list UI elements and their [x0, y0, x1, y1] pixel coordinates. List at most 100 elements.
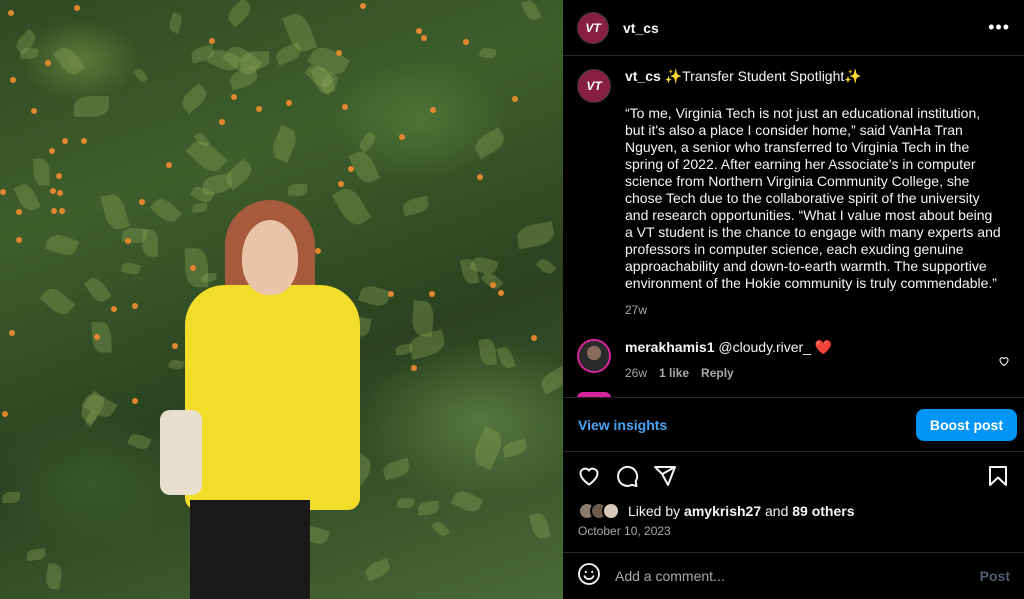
action-bar [563, 460, 1024, 496]
leaf-shape [100, 192, 130, 232]
blossom-shape [50, 187, 57, 194]
vt-avatar[interactable]: VT [577, 11, 609, 44]
blossom-shape [56, 173, 63, 180]
comment-time: 26w [625, 366, 648, 380]
comment-meta: 26w 1 like Reply [625, 366, 832, 380]
leaf-shape [529, 511, 551, 541]
reply-button[interactable]: Reply [701, 366, 734, 380]
emoji-icon[interactable] [577, 562, 601, 591]
leaf-shape [479, 337, 498, 366]
blossom-shape [49, 148, 56, 155]
blossom-shape [132, 303, 139, 310]
comments-scroll-area[interactable]: VT vt_cs ✨Transfer Student Spotlight✨ “T… [563, 56, 1024, 396]
leaf-shape [396, 497, 415, 510]
leaf-shape [431, 519, 451, 540]
post-photo [0, 0, 563, 599]
comment-username[interactable]: merakhamis1 [625, 339, 715, 355]
more-horizontal-icon[interactable]: ••• [988, 17, 1010, 38]
blossom-shape [171, 343, 178, 350]
blossom-shape [429, 291, 436, 298]
leaf-shape [39, 283, 76, 319]
blossom-shape [124, 237, 131, 244]
view-insights-link[interactable]: View insights [578, 417, 667, 433]
caption: VT vt_cs ✨Transfer Student Spotlight✨ “T… [563, 56, 1024, 319]
blossom-shape [429, 107, 436, 114]
blossom-shape [50, 207, 57, 214]
comment-body: merakhamis1 @cloudy.river_ ❤️ 26w 1 like… [625, 339, 832, 380]
leaf-shape [53, 43, 86, 79]
blossom-shape [416, 28, 423, 34]
leaf-shape [471, 127, 508, 160]
leaf-shape [33, 157, 51, 186]
caption-username[interactable]: vt_cs [625, 68, 661, 84]
blossom-shape [56, 190, 63, 197]
bookmark-icon[interactable] [986, 464, 1010, 493]
blossom-shape [2, 410, 9, 417]
blossom-shape [58, 208, 65, 215]
comment-heart-icon[interactable] [998, 355, 1010, 370]
blossom-shape [498, 290, 505, 297]
blossom-shape [16, 236, 23, 243]
blossom-shape [93, 334, 100, 341]
leaf-shape [535, 255, 557, 277]
boost-post-button[interactable]: Boost post [915, 408, 1017, 441]
commenter-avatar[interactable] [577, 339, 611, 373]
blossom-shape [511, 96, 518, 103]
leaf-shape [417, 501, 440, 516]
heart-icon[interactable] [577, 464, 601, 493]
leaf-shape [166, 12, 184, 34]
blossom-shape [110, 305, 117, 312]
blossom-shape [477, 173, 484, 180]
post-comment-button[interactable]: Post [980, 568, 1010, 584]
leaf-shape [185, 135, 228, 178]
comment-icon[interactable] [615, 464, 639, 493]
caption-time: 27w [625, 303, 648, 317]
blossom-shape [80, 138, 87, 145]
leaf-shape [44, 231, 80, 259]
likes-summary: Liked by amykrish27 and 89 others [578, 502, 855, 520]
blossom-shape [342, 104, 349, 111]
comment-likes[interactable]: 1 like [659, 366, 689, 380]
blossom-shape [139, 199, 146, 206]
yellow-sweater-shape [185, 285, 360, 510]
leaf-shape [381, 457, 412, 480]
header-username[interactable]: vt_cs [623, 20, 659, 36]
leaf-shape [401, 194, 430, 216]
liker-avatar[interactable] [602, 502, 620, 520]
leaf-shape [287, 183, 308, 197]
comment-emoji: ❤️ [814, 339, 833, 355]
blossom-shape [359, 3, 366, 10]
leaf-shape [495, 344, 516, 370]
comment-mention[interactable]: @cloudy.river_ [718, 339, 811, 355]
blossom-shape [348, 166, 355, 173]
blossom-shape [209, 37, 216, 44]
likes-others[interactable]: 89 others [792, 503, 854, 519]
leaf-shape [501, 438, 528, 458]
leaf-shape [269, 125, 301, 164]
comment-input[interactable] [615, 568, 955, 584]
leaf-shape [150, 194, 183, 226]
likes-joiner: and [765, 503, 789, 519]
post-date: October 10, 2023 [578, 524, 671, 538]
person-figure [160, 200, 365, 599]
leaf-shape [120, 261, 141, 277]
leaf-shape [363, 557, 393, 582]
blossom-shape [398, 134, 405, 141]
share-icon[interactable] [653, 464, 677, 493]
post-header: VT vt_cs ••• [563, 0, 1024, 56]
insights-bar: View insights Boost post [563, 397, 1024, 452]
blossom-shape [0, 189, 6, 196]
blossom-shape [388, 291, 395, 298]
caption-headline: ✨Transfer Student Spotlight✨ [664, 68, 862, 84]
blossom-shape [255, 105, 262, 112]
leaf-shape [200, 172, 234, 196]
leaf-shape [537, 365, 563, 395]
blossom-shape [230, 94, 237, 101]
caption-avatar[interactable]: VT [577, 69, 611, 103]
likes-user[interactable]: amykrish27 [684, 503, 761, 519]
blossom-shape [421, 35, 428, 42]
blossom-shape [7, 9, 14, 16]
caption-body: vt_cs ✨Transfer Student Spotlight✨ “To m… [625, 68, 1002, 319]
caption-text: “To me, Virginia Tech is not just an edu… [625, 105, 1005, 291]
leaf-shape [479, 46, 498, 60]
